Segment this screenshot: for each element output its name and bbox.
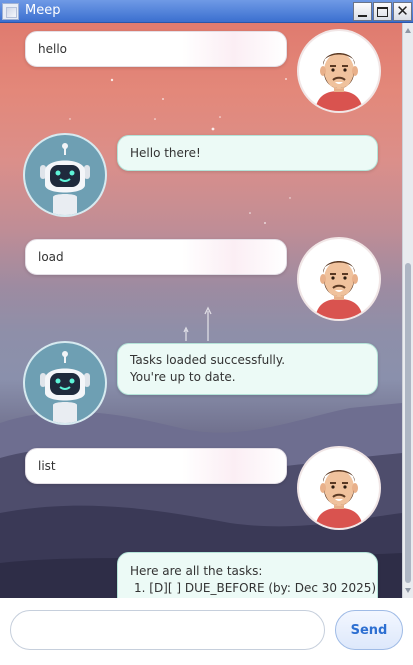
title-bar: Meep ✕ bbox=[0, 0, 413, 23]
message-text: hello bbox=[38, 41, 67, 56]
message-text: Hello there! bbox=[130, 145, 201, 160]
close-button[interactable]: ✕ bbox=[393, 2, 412, 21]
message-text-line: 1. [D][ ] DUE_BEFORE (by: Dec 30 2025) bbox=[134, 581, 377, 595]
bot-message: Hello there! bbox=[117, 135, 378, 171]
minimize-icon bbox=[358, 14, 367, 17]
user-message: hello bbox=[25, 31, 287, 67]
app-icon bbox=[2, 3, 19, 20]
message-text-line: Tasks loaded successfully. bbox=[130, 353, 286, 367]
maximize-button[interactable] bbox=[373, 2, 392, 21]
scroll-up-icon[interactable] bbox=[404, 27, 412, 35]
message-text: load bbox=[38, 249, 64, 264]
message-input[interactable] bbox=[10, 610, 325, 650]
window-title: Meep bbox=[25, 3, 61, 18]
send-button[interactable]: Send bbox=[335, 610, 403, 650]
user-avatar bbox=[299, 239, 379, 319]
minimize-button[interactable] bbox=[353, 2, 372, 21]
close-icon: ✕ bbox=[396, 2, 409, 20]
message-text-line: Here are all the tasks: bbox=[130, 564, 263, 578]
robot-avatar bbox=[25, 343, 105, 423]
user-avatar bbox=[299, 448, 379, 528]
user-message: load bbox=[25, 239, 287, 275]
bot-message: Here are all the tasks: 1. [D][ ] DUE_BE… bbox=[117, 552, 378, 598]
maximize-icon bbox=[377, 6, 388, 17]
bot-message: Tasks loaded successfully. You're up to … bbox=[117, 343, 378, 395]
user-message: list bbox=[25, 448, 287, 484]
user-avatar bbox=[299, 31, 379, 111]
scroll-down-icon[interactable] bbox=[404, 586, 412, 594]
input-bar: Send bbox=[0, 598, 413, 665]
chat-scrollbar[interactable] bbox=[402, 23, 413, 598]
robot-avatar bbox=[25, 135, 105, 215]
scrollbar-thumb[interactable] bbox=[405, 263, 411, 583]
chat-area[interactable]: hello Hello there! load Tasks loaded suc… bbox=[0, 23, 413, 598]
message-text-line: You're up to date. bbox=[130, 370, 236, 384]
message-text: list bbox=[38, 458, 56, 473]
